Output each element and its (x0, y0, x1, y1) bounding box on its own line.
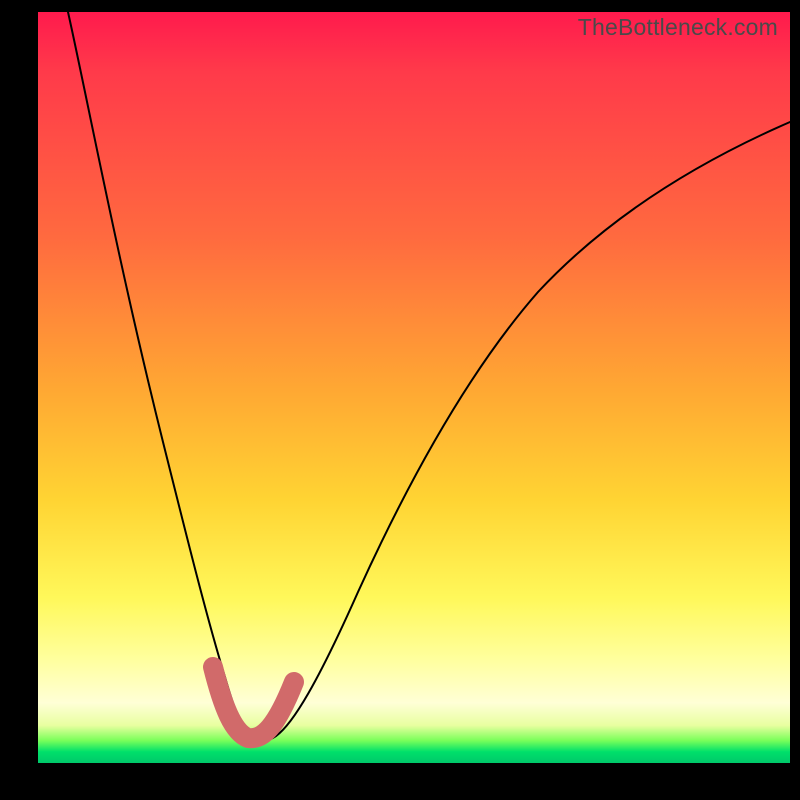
curve-layer (38, 12, 790, 763)
bottleneck-curve (68, 12, 790, 741)
trough-highlight (213, 667, 294, 738)
plot-area: TheBottleneck.com (38, 12, 790, 763)
chart-stage: TheBottleneck.com (0, 0, 800, 800)
